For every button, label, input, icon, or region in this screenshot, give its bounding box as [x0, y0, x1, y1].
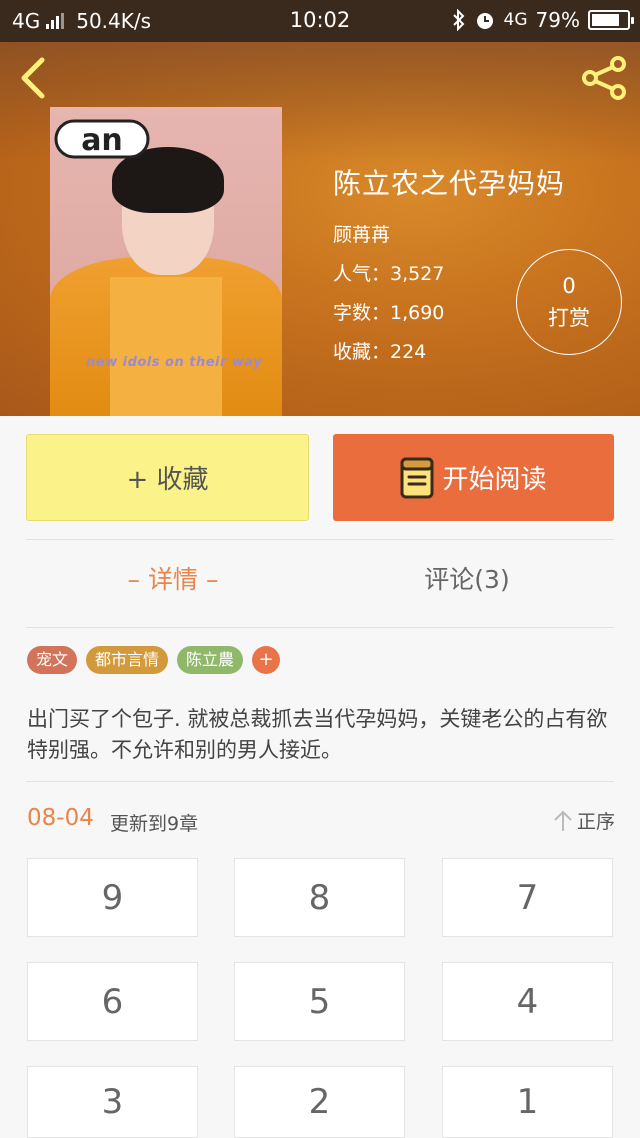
start-reading-button[interactable]: 开始阅读 — [333, 434, 614, 521]
book-synopsis: 出门买了个包子. 就被总裁抓去当代孕妈妈，关键老公的占有欲特别强。不允许和别的男… — [27, 707, 608, 762]
chapter-button[interactable]: 2 — [234, 1066, 405, 1138]
book-author[interactable]: 顾苒苒 — [333, 220, 565, 247]
chapter-button[interactable]: 9 — [27, 858, 198, 937]
chapter-button[interactable]: 4 — [442, 962, 613, 1041]
cover-magazine-logo: an — [54, 119, 150, 159]
chapter-update-row: 08-04 更新到9章 正序 — [27, 805, 615, 835]
tab-detail[interactable]: – 详情 – — [26, 560, 320, 596]
network-type-right: 4G — [503, 10, 528, 30]
share-icon[interactable] — [580, 54, 628, 102]
tag-chip[interactable]: 都市言情 — [86, 646, 169, 674]
book-title: 陈立农之代孕妈妈 — [333, 167, 566, 200]
chapter-button[interactable]: 6 — [27, 962, 198, 1041]
tag-chip[interactable]: 宠文 — [27, 646, 78, 674]
update-date: 08-04 — [27, 805, 94, 831]
alarm-icon — [476, 13, 493, 29]
tab-comments[interactable]: 评论(3) — [320, 560, 614, 596]
add-to-favorites-button[interactable]: + 收藏 — [26, 434, 309, 521]
tag-list: 宠文 都市言情 陈立農 + — [27, 646, 281, 674]
divider — [26, 539, 614, 540]
sort-order-label: 正序 — [576, 811, 615, 833]
status-right: 4G 79% — [452, 8, 634, 32]
book-cover[interactable]: an new idols on their way — [50, 107, 282, 416]
book-favorites: 收藏：224 — [333, 341, 427, 363]
back-icon[interactable] — [16, 56, 52, 100]
chapter-button[interactable]: 7 — [442, 858, 613, 937]
sort-order-button[interactable]: 正序 — [553, 807, 615, 834]
start-reading-label: 开始阅读 — [442, 465, 547, 495]
divider — [26, 781, 614, 782]
bluetooth-icon — [452, 9, 464, 31]
chapter-button[interactable]: 3 — [27, 1066, 198, 1138]
tip-label: 打赏 — [548, 306, 590, 330]
svg-text:an: an — [81, 123, 123, 158]
arrow-up-icon — [554, 810, 572, 831]
update-text: 更新到9章 — [110, 813, 199, 835]
tip-count: 0 — [562, 274, 576, 298]
chapter-button[interactable]: 8 — [234, 858, 405, 937]
battery-percent: 79% — [535, 8, 580, 32]
chapter-button[interactable]: 5 — [234, 962, 405, 1041]
battery-icon — [588, 10, 634, 30]
cover-figure-shirt — [110, 277, 222, 416]
cover-tagline: new idols on their way — [86, 355, 263, 370]
battery-level — [592, 14, 619, 26]
book-icon — [400, 457, 434, 498]
tip-button[interactable]: 0 打赏 — [516, 249, 622, 355]
tag-chip[interactable]: 陈立農 — [177, 646, 244, 674]
add-tag-button[interactable]: + — [252, 646, 281, 674]
divider — [26, 627, 614, 628]
chapter-button[interactable]: 1 — [442, 1066, 613, 1138]
status-bar: 4G 50.4K/s 10:02 4G 79% — [0, 0, 640, 42]
book-header: an new idols on their way 陈立农之代孕妈妈 顾苒苒 人… — [0, 42, 640, 416]
